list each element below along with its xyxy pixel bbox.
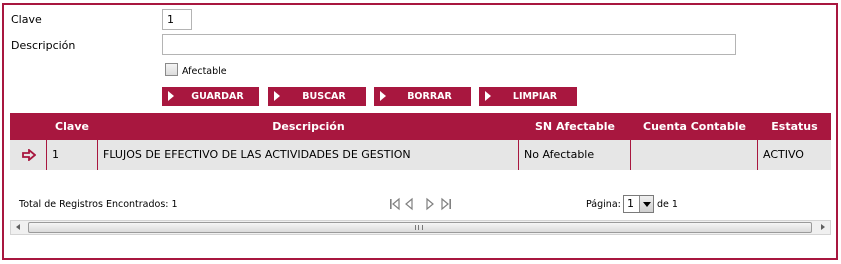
guardar-button-label: GUARDAR <box>191 91 244 102</box>
arrow-right-icon[interactable] <box>22 149 36 161</box>
borrar-button-label: BORRAR <box>407 91 452 102</box>
play-icon <box>274 91 280 101</box>
afectable-label: Afectable <box>182 66 227 77</box>
grip-icon <box>415 225 423 230</box>
descripcion-input[interactable] <box>162 34 736 55</box>
table-row[interactable]: 1 FLUJOS DE EFECTIVO DE LAS ACTIVIDADES … <box>10 140 831 170</box>
prev-page-icon[interactable] <box>404 197 414 211</box>
play-icon <box>485 91 491 101</box>
first-page-icon[interactable] <box>389 197 401 211</box>
play-icon <box>168 91 174 101</box>
scrollbar-thumb[interactable] <box>28 222 812 233</box>
cell-estatus: ACTIVO <box>763 148 804 161</box>
cell-cuenta-contable <box>631 140 758 170</box>
column-header-cuenta-contable[interactable]: Cuenta Contable <box>631 113 758 140</box>
buscar-button-label: BUSCAR <box>302 91 346 102</box>
page-select-value: 1 <box>627 197 634 210</box>
total-records-text: Total de Registros Encontrados: 1 <box>19 199 178 210</box>
limpiar-button[interactable]: LIMPIAR <box>479 87 577 106</box>
column-header-clave[interactable]: Clave <box>46 113 98 140</box>
column-header-descripcion[interactable]: Descripción <box>98 113 519 140</box>
chevron-down-icon[interactable] <box>639 196 653 212</box>
descripcion-label: Descripción <box>11 39 76 52</box>
play-icon <box>380 91 386 101</box>
buscar-button[interactable]: BUSCAR <box>268 87 366 106</box>
page-total-text: de 1 <box>657 199 678 210</box>
column-header-sn-afectable[interactable]: SN Afectable <box>519 113 631 140</box>
next-page-icon[interactable] <box>425 197 435 211</box>
cell-clave: 1 <box>47 140 98 170</box>
afectable-checkbox[interactable] <box>165 63 178 76</box>
cell-sn-afectable: No Afectable <box>519 140 631 170</box>
guardar-button[interactable]: GUARDAR <box>162 87 259 106</box>
scroll-right-icon[interactable] <box>815 221 830 234</box>
cell-descripcion: FLUJOS DE EFECTIVO DE LAS ACTIVIDADES DE… <box>98 140 519 170</box>
table-header: Clave Descripción SN Afectable Cuenta Co… <box>10 113 831 140</box>
limpiar-button-label: LIMPIAR <box>512 91 558 102</box>
clave-label: Clave <box>11 13 42 26</box>
last-page-icon[interactable] <box>440 197 452 211</box>
borrar-button[interactable]: BORRAR <box>374 87 471 106</box>
row-selector-cell[interactable] <box>10 140 47 170</box>
page-label: Página: <box>586 199 621 210</box>
horizontal-scrollbar[interactable] <box>10 220 831 235</box>
column-header-estatus[interactable]: Estatus <box>758 113 831 140</box>
clave-input[interactable]: 1 <box>162 9 192 30</box>
scroll-left-icon[interactable] <box>11 221 26 234</box>
page-select[interactable]: 1 <box>623 195 654 213</box>
